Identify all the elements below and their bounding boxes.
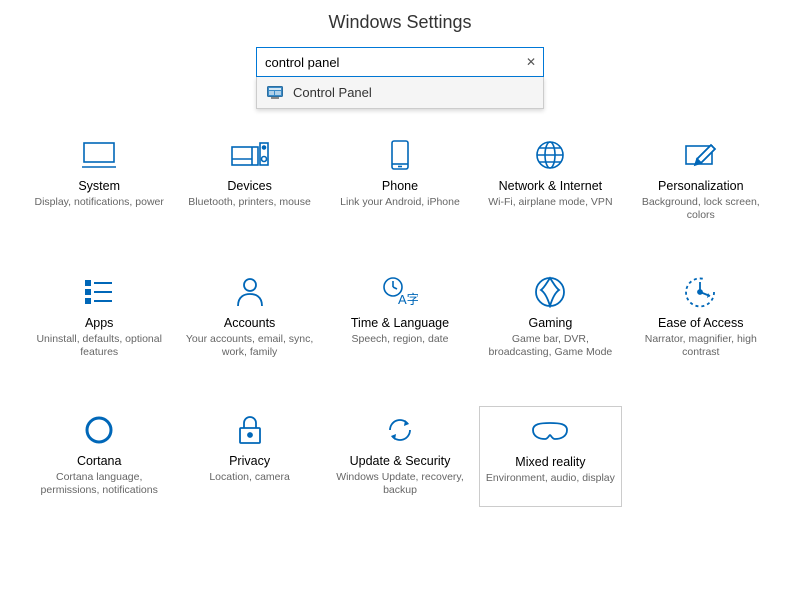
tile-desc: Location, camera: [180, 471, 318, 484]
tile-title: Update & Security: [331, 454, 469, 468]
ease-of-access-icon: [632, 272, 770, 312]
suggestion-label: Control Panel: [293, 85, 372, 100]
tile-mixed-reality[interactable]: Mixed reality Environment, audio, displa…: [479, 406, 621, 507]
tile-desc: Environment, audio, display: [482, 472, 618, 485]
tile-desc: Speech, region, date: [331, 333, 469, 346]
tile-desc: Game bar, DVR, broadcasting, Game Mode: [481, 333, 619, 359]
tile-title: Apps: [30, 316, 168, 330]
tile-title: Ease of Access: [632, 316, 770, 330]
search-suggestions: Control Panel: [256, 77, 544, 109]
tile-personalization[interactable]: Personalization Background, lock screen,…: [630, 131, 772, 232]
tile-desc: Wi-Fi, airplane mode, VPN: [481, 196, 619, 209]
tile-desc: Cortana language, permissions, notificat…: [30, 471, 168, 497]
tile-title: Gaming: [481, 316, 619, 330]
tile-devices[interactable]: Devices Bluetooth, printers, mouse: [178, 131, 320, 232]
page-title: Windows Settings: [0, 0, 800, 47]
globe-icon: [481, 135, 619, 175]
apps-icon: [30, 272, 168, 312]
tile-desc: Windows Update, recovery, backup: [331, 471, 469, 497]
tile-phone[interactable]: Phone Link your Android, iPhone: [329, 131, 471, 232]
svg-text:A字: A字: [398, 292, 418, 307]
tile-ease-of-access[interactable]: Ease of Access Narrator, magnifier, high…: [630, 268, 772, 369]
system-icon: [30, 135, 168, 175]
tile-accounts[interactable]: Accounts Your accounts, email, sync, wor…: [178, 268, 320, 369]
tile-title: Mixed reality: [482, 455, 618, 469]
search-input[interactable]: [256, 47, 544, 77]
tile-desc: Uninstall, defaults, optional features: [30, 333, 168, 359]
tile-time-language[interactable]: A字 Time & Language Speech, region, date: [329, 268, 471, 369]
tile-title: Devices: [180, 179, 318, 193]
tile-system[interactable]: System Display, notifications, power: [28, 131, 170, 232]
gaming-icon: [481, 272, 619, 312]
update-icon: [331, 410, 469, 450]
cortana-icon: [30, 410, 168, 450]
tile-desc: Display, notifications, power: [30, 196, 168, 209]
tile-title: Cortana: [30, 454, 168, 468]
tile-title: Phone: [331, 179, 469, 193]
tile-title: Privacy: [180, 454, 318, 468]
tile-desc: Narrator, magnifier, high contrast: [632, 333, 770, 359]
tile-apps[interactable]: Apps Uninstall, defaults, optional featu…: [28, 268, 170, 369]
tile-title: System: [30, 179, 168, 193]
tile-network[interactable]: Network & Internet Wi-Fi, airplane mode,…: [479, 131, 621, 232]
tile-title: Personalization: [632, 179, 770, 193]
tile-title: Accounts: [180, 316, 318, 330]
settings-grid: System Display, notifications, power Dev…: [0, 77, 800, 517]
tile-update-security[interactable]: Update & Security Windows Update, recove…: [329, 406, 471, 507]
tile-cortana[interactable]: Cortana Cortana language, permissions, n…: [28, 406, 170, 507]
control-panel-icon: [267, 86, 283, 100]
privacy-icon: [180, 410, 318, 450]
tile-privacy[interactable]: Privacy Location, camera: [178, 406, 320, 507]
tile-title: Network & Internet: [481, 179, 619, 193]
tile-desc: Background, lock screen, colors: [632, 196, 770, 222]
tile-desc: Bluetooth, printers, mouse: [180, 196, 318, 209]
time-language-icon: A字: [331, 272, 469, 312]
phone-icon: [331, 135, 469, 175]
accounts-icon: [180, 272, 318, 312]
tile-title: Time & Language: [331, 316, 469, 330]
tile-desc: Your accounts, email, sync, work, family: [180, 333, 318, 359]
suggestion-control-panel[interactable]: Control Panel: [257, 77, 543, 108]
tile-gaming[interactable]: Gaming Game bar, DVR, broadcasting, Game…: [479, 268, 621, 369]
tile-desc: Link your Android, iPhone: [331, 196, 469, 209]
clear-search-icon[interactable]: ✕: [526, 55, 536, 69]
devices-icon: [180, 135, 318, 175]
search-container: ✕ Control Panel: [256, 47, 544, 77]
personalization-icon: [632, 135, 770, 175]
mixed-reality-icon: [482, 411, 618, 451]
